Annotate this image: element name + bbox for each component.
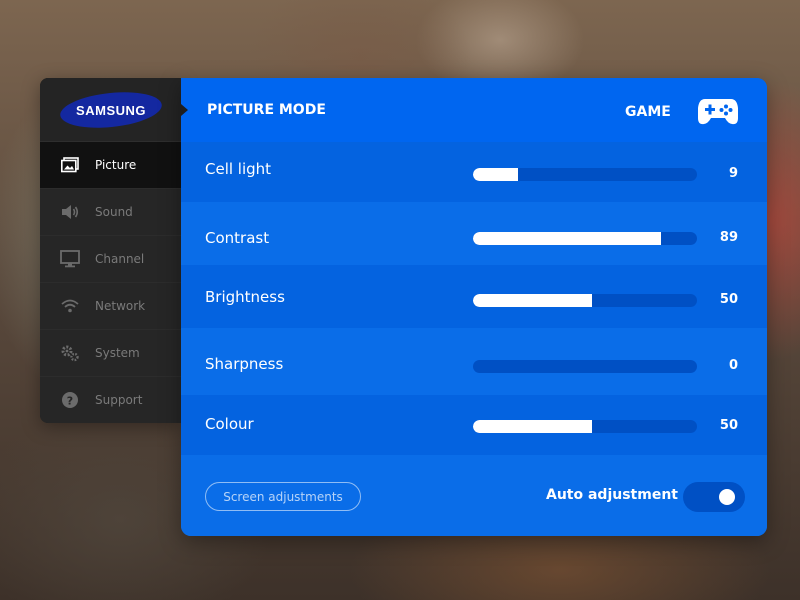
setting-value: 50 xyxy=(719,418,738,433)
slider-fill xyxy=(473,168,518,181)
sidebar-item-network[interactable]: Network xyxy=(40,283,181,330)
active-pointer xyxy=(181,104,188,116)
setting-row-cell-light: Cell light 9 xyxy=(181,142,767,202)
setting-value: 50 xyxy=(719,292,738,307)
sidebar-item-system[interactable]: System xyxy=(40,330,181,377)
picture-mode-value[interactable]: GAME xyxy=(625,104,671,120)
samsung-logo: SAMSUNG xyxy=(58,87,163,132)
slider-fill xyxy=(473,232,662,245)
panel-footer: Screen adjustments Auto adjustment xyxy=(181,461,767,536)
sidebar-item-label: Picture xyxy=(95,158,137,172)
monitor-icon xyxy=(60,249,80,269)
setting-value: 0 xyxy=(728,358,738,373)
logo-text: SAMSUNG xyxy=(75,102,146,118)
brightness-slider[interactable] xyxy=(473,294,697,307)
screen-adjustments-button[interactable]: Screen adjustments xyxy=(205,482,361,511)
sidebar-item-sound[interactable]: Sound xyxy=(40,189,181,236)
auto-adjustment-label: Auto adjustment xyxy=(546,487,678,503)
auto-adjustment-toggle[interactable] xyxy=(683,482,745,512)
svg-text:?: ? xyxy=(67,394,73,407)
settings-sidebar: SAMSUNG Picture Sound Channel Network Sy… xyxy=(40,78,181,423)
setting-label: Brightness xyxy=(205,288,285,306)
setting-label: Colour xyxy=(205,415,254,433)
setting-row-contrast: Contrast 89 xyxy=(181,202,767,265)
setting-row-colour: Colour 50 xyxy=(181,395,767,455)
slider-fill xyxy=(473,420,592,433)
sidebar-item-picture[interactable]: Picture xyxy=(40,142,181,189)
setting-value: 9 xyxy=(728,166,738,181)
setting-row-sharpness: Sharpness 0 xyxy=(181,328,767,395)
picture-icon xyxy=(60,155,80,175)
toggle-knob xyxy=(719,489,735,505)
setting-label: Cell light xyxy=(205,160,272,178)
gamepad-icon xyxy=(697,96,739,126)
setting-value: 89 xyxy=(719,230,738,245)
sidebar-item-channel[interactable]: Channel xyxy=(40,236,181,283)
contrast-slider[interactable] xyxy=(473,232,697,245)
sidebar-item-support[interactable]: ? Support xyxy=(40,377,181,423)
wifi-icon xyxy=(60,296,80,316)
slider-fill xyxy=(473,294,592,307)
setting-label: Sharpness xyxy=(205,355,284,373)
sidebar-item-label: Support xyxy=(95,393,143,407)
brand-logo-area: SAMSUNG xyxy=(40,78,181,142)
speaker-icon xyxy=(60,202,80,222)
sharpness-slider[interactable] xyxy=(473,360,697,373)
help-icon: ? xyxy=(60,390,80,410)
setting-label: Contrast xyxy=(205,229,270,247)
sidebar-item-label: Network xyxy=(95,299,146,313)
picture-mode-panel: PICTURE MODE GAME Cell light 9 Contrast … xyxy=(181,78,767,536)
sidebar-item-label: Sound xyxy=(95,205,133,219)
panel-header: PICTURE MODE GAME xyxy=(181,78,767,142)
sidebar-item-label: System xyxy=(95,346,140,360)
sidebar-item-label: Channel xyxy=(95,252,145,266)
setting-row-brightness: Brightness 50 xyxy=(181,265,767,328)
page-title: PICTURE MODE xyxy=(207,102,326,118)
colour-slider[interactable] xyxy=(473,420,697,433)
gears-icon xyxy=(60,343,80,363)
cell-light-slider[interactable] xyxy=(473,168,697,181)
